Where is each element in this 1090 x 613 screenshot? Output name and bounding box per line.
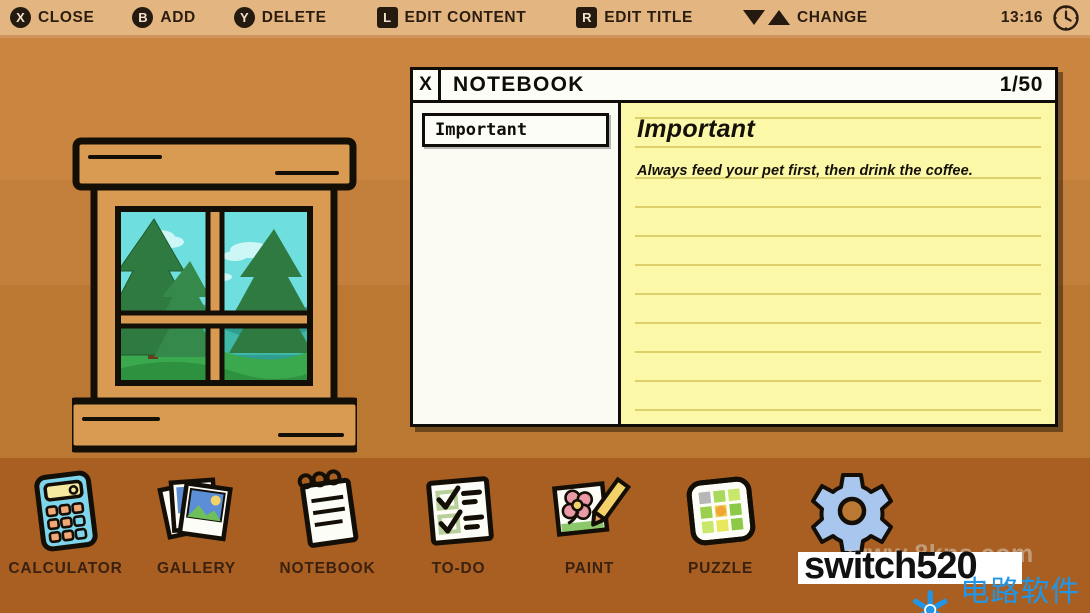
notebook-icon — [288, 468, 368, 554]
app-label: CALCULATOR — [8, 560, 123, 577]
hint-close-label: CLOSE — [38, 8, 95, 26]
gallery-icon — [155, 468, 239, 554]
app-calculator[interactable]: CALCULATOR — [0, 462, 131, 578]
list-item[interactable]: Important — [422, 113, 609, 147]
clock-time-label: 13:16 — [1000, 8, 1043, 26]
button-x-icon: X — [10, 7, 31, 28]
chevron-down-icon — [742, 10, 765, 25]
hint-add[interactable]: B ADD — [132, 7, 195, 28]
notebook-title: NOTEBOOK — [453, 73, 585, 96]
hint-edit-title[interactable]: R EDIT TITLE — [576, 7, 693, 28]
app-todo[interactable]: TO-DO — [393, 462, 524, 578]
notebook-body: Important Important Always feed your pet… — [413, 103, 1055, 424]
clock-icon — [1053, 4, 1079, 31]
hint-delete-label: DELETE — [261, 8, 327, 26]
app-paint[interactable]: PAINT — [524, 462, 655, 578]
todo-icon — [417, 468, 501, 554]
button-l-icon: L — [376, 7, 398, 28]
hint-change[interactable]: CHANGE — [742, 8, 868, 27]
room-window — [66, 133, 363, 461]
notebook-app-window: X NOTEBOOK 1/50 Important Important Alwa… — [410, 67, 1058, 427]
paint-icon — [547, 468, 633, 554]
app-gallery[interactable]: GALLERY — [131, 462, 262, 578]
hint-edit-content-label: EDIT CONTENT — [404, 8, 527, 26]
calculator-icon — [27, 468, 105, 554]
note-list-sidebar: Important — [413, 103, 621, 424]
button-r-icon: R — [576, 7, 598, 28]
clock-widget: 13:16 — [1001, 4, 1080, 32]
button-b-icon: B — [132, 7, 154, 28]
puzzle-icon — [679, 468, 763, 554]
notebook-titlebar: X NOTEBOOK 1/50 — [413, 70, 1055, 103]
app-puzzle[interactable]: PUZZLE — [655, 462, 786, 578]
hint-edit-content[interactable]: L EDIT CONTENT — [376, 7, 527, 28]
app-notebook[interactable]: NOTEBOOK — [262, 462, 393, 578]
app-root: X CLOSE B ADD Y DELETE L EDIT CONTENT R … — [0, 0, 1090, 613]
app-label: TO-DO — [431, 560, 486, 577]
app-label: PUZZLE — [687, 560, 754, 577]
hint-change-label: CHANGE — [796, 8, 868, 26]
note-body-text[interactable]: Always feed your pet first, then drink t… — [637, 157, 1039, 186]
chevron-up-icon — [767, 10, 790, 25]
page-counter: 1/50 — [999, 73, 1043, 96]
hint-delete[interactable]: Y DELETE — [233, 7, 327, 28]
top-control-bar: X CLOSE B ADD Y DELETE L EDIT CONTENT R … — [0, 0, 1090, 38]
app-label: GALLERY — [156, 560, 237, 577]
gear-icon — [810, 468, 894, 554]
note-page[interactable]: Important Always feed your pet first, th… — [621, 103, 1055, 424]
app-label: NOTEBOOK — [279, 560, 376, 577]
hint-close[interactable]: X CLOSE — [10, 7, 94, 28]
hint-edit-title-label: EDIT TITLE — [604, 8, 693, 26]
note-content-wrap: Important Always feed your pet first, th… — [621, 103, 1055, 186]
watermark-backdrop — [798, 552, 1022, 584]
app-label: PAINT — [564, 560, 615, 577]
note-title[interactable]: Important — [637, 115, 1039, 144]
hint-add-label: ADD — [160, 8, 196, 26]
close-icon[interactable]: X — [413, 70, 441, 100]
button-y-icon: Y — [233, 7, 255, 28]
